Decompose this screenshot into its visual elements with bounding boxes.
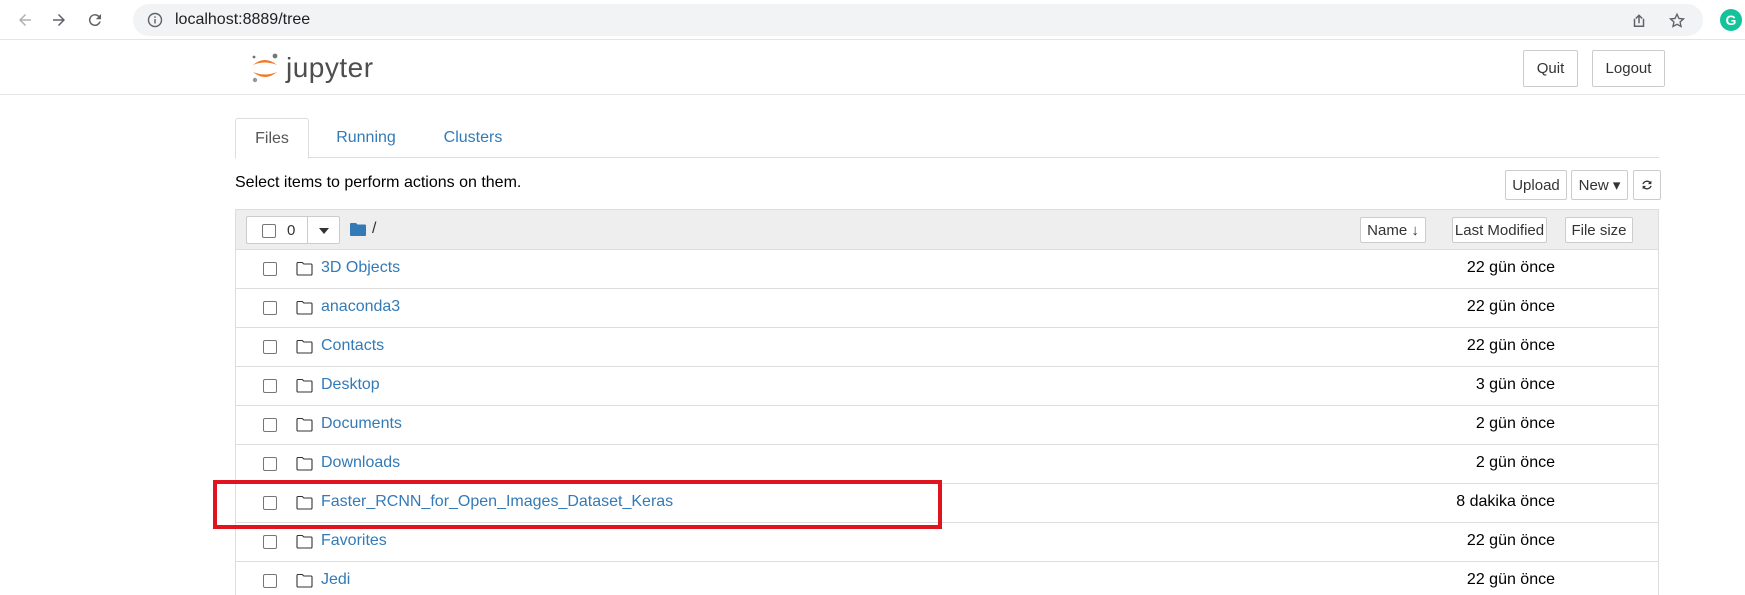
file-name-link[interactable]: Desktop: [321, 376, 380, 394]
arrow-left-icon: [19, 14, 31, 26]
folder-outline-icon: [296, 456, 313, 471]
file-name-link[interactable]: Contacts: [321, 337, 384, 355]
new-button[interactable]: New ▾: [1571, 170, 1628, 200]
list-item[interactable]: anaconda3 22 gün önce: [236, 289, 1658, 328]
last-modified: 22 gün önce: [1466, 298, 1555, 315]
reload-button[interactable]: [82, 7, 108, 33]
refresh-button[interactable]: [1633, 170, 1661, 200]
browser-toolbar: localhost:8889/tree G: [0, 0, 1745, 40]
list-item[interactable]: Desktop 3 gün önce: [236, 367, 1658, 406]
sort-by-file-size-button[interactable]: File size: [1565, 217, 1633, 243]
grammarly-extension-icon[interactable]: G: [1720, 9, 1742, 31]
chevron-down-icon[interactable]: [319, 228, 329, 234]
file-name-link[interactable]: Favorites: [321, 532, 387, 550]
last-modified: 3 gün önce: [1475, 376, 1555, 393]
reload-icon: [88, 14, 101, 27]
file-list: 0 / Name ↓ Last Modified File size 3D Ob…: [235, 209, 1659, 595]
row-checkbox[interactable]: [263, 535, 277, 549]
arrow-right-icon: [53, 14, 65, 26]
last-modified: 22 gün önce: [1466, 259, 1555, 276]
file-list-header: 0 / Name ↓ Last Modified File size: [236, 210, 1658, 250]
highlight-annotation-box: [213, 480, 942, 529]
row-checkbox[interactable]: [263, 418, 277, 432]
last-modified: 22 gün önce: [1466, 532, 1555, 549]
tab-clusters[interactable]: Clusters: [423, 118, 523, 158]
list-item[interactable]: Downloads 2 gün önce: [236, 445, 1658, 484]
folder-outline-icon: [296, 261, 313, 276]
info-icon: [147, 12, 163, 28]
breadcrumb-path: /: [372, 220, 377, 237]
selection-hint: Select items to perform actions on them.: [235, 174, 522, 191]
select-all-group[interactable]: 0: [246, 216, 340, 244]
select-all-checkbox[interactable]: [262, 224, 276, 238]
address-bar[interactable]: localhost:8889/tree: [133, 4, 1703, 36]
upload-button[interactable]: Upload: [1505, 170, 1567, 200]
row-checkbox[interactable]: [263, 262, 277, 276]
last-modified: 2 gün önce: [1475, 454, 1555, 471]
breadcrumb[interactable]: /: [350, 220, 376, 238]
folder-icon: [350, 223, 366, 236]
divider: [307, 217, 308, 243]
folder-outline-icon: [296, 339, 313, 354]
back-button[interactable]: [12, 7, 38, 33]
selected-count: 0: [287, 222, 296, 239]
folder-outline-icon: [296, 378, 313, 393]
tab-running[interactable]: Running: [317, 118, 415, 158]
sort-by-name-button[interactable]: Name ↓: [1360, 217, 1426, 243]
list-item[interactable]: Documents 2 gün önce: [236, 406, 1658, 445]
list-item[interactable]: Jedi 22 gün önce: [236, 562, 1658, 595]
row-checkbox[interactable]: [263, 379, 277, 393]
jupyter-logo[interactable]: jupyter: [250, 50, 374, 86]
folder-outline-icon: [296, 300, 313, 315]
url-text: localhost:8889/tree: [175, 11, 311, 28]
row-checkbox[interactable]: [263, 301, 277, 315]
folder-outline-icon: [296, 534, 313, 549]
jupyter-logo-icon: [252, 53, 278, 83]
last-modified: 8 dakika önce: [1456, 493, 1555, 510]
jupyter-header: jupyter Quit Logout: [0, 40, 1745, 95]
last-modified: 22 gün önce: [1466, 571, 1555, 588]
share-icon[interactable]: [1630, 12, 1648, 30]
tab-files[interactable]: Files: [235, 118, 309, 159]
sort-by-last-modified-button[interactable]: Last Modified: [1452, 217, 1547, 243]
file-name-link[interactable]: 3D Objects: [321, 259, 400, 277]
file-name-link[interactable]: Documents: [321, 415, 402, 433]
folder-outline-icon: [296, 417, 313, 432]
list-item[interactable]: Contacts 22 gün önce: [236, 328, 1658, 367]
row-checkbox[interactable]: [263, 574, 277, 588]
row-checkbox[interactable]: [263, 340, 277, 354]
row-checkbox[interactable]: [263, 457, 277, 471]
logout-button[interactable]: Logout: [1592, 50, 1665, 87]
file-name-link[interactable]: Downloads: [321, 454, 400, 472]
tab-bar: Files Running Clusters: [235, 118, 1659, 159]
last-modified: 22 gün önce: [1466, 337, 1555, 354]
refresh-icon: [1642, 180, 1652, 190]
file-name-link[interactable]: Jedi: [321, 571, 350, 589]
folder-outline-icon: [296, 573, 313, 588]
file-name-link[interactable]: anaconda3: [321, 298, 400, 316]
last-modified: 2 gün önce: [1475, 415, 1555, 432]
list-item[interactable]: 3D Objects 22 gün önce: [236, 250, 1658, 289]
jupyter-logo-text: jupyter: [286, 52, 374, 83]
forward-button[interactable]: [46, 7, 72, 33]
bookmark-star-icon[interactable]: [1668, 12, 1686, 30]
quit-button[interactable]: Quit: [1523, 50, 1578, 87]
